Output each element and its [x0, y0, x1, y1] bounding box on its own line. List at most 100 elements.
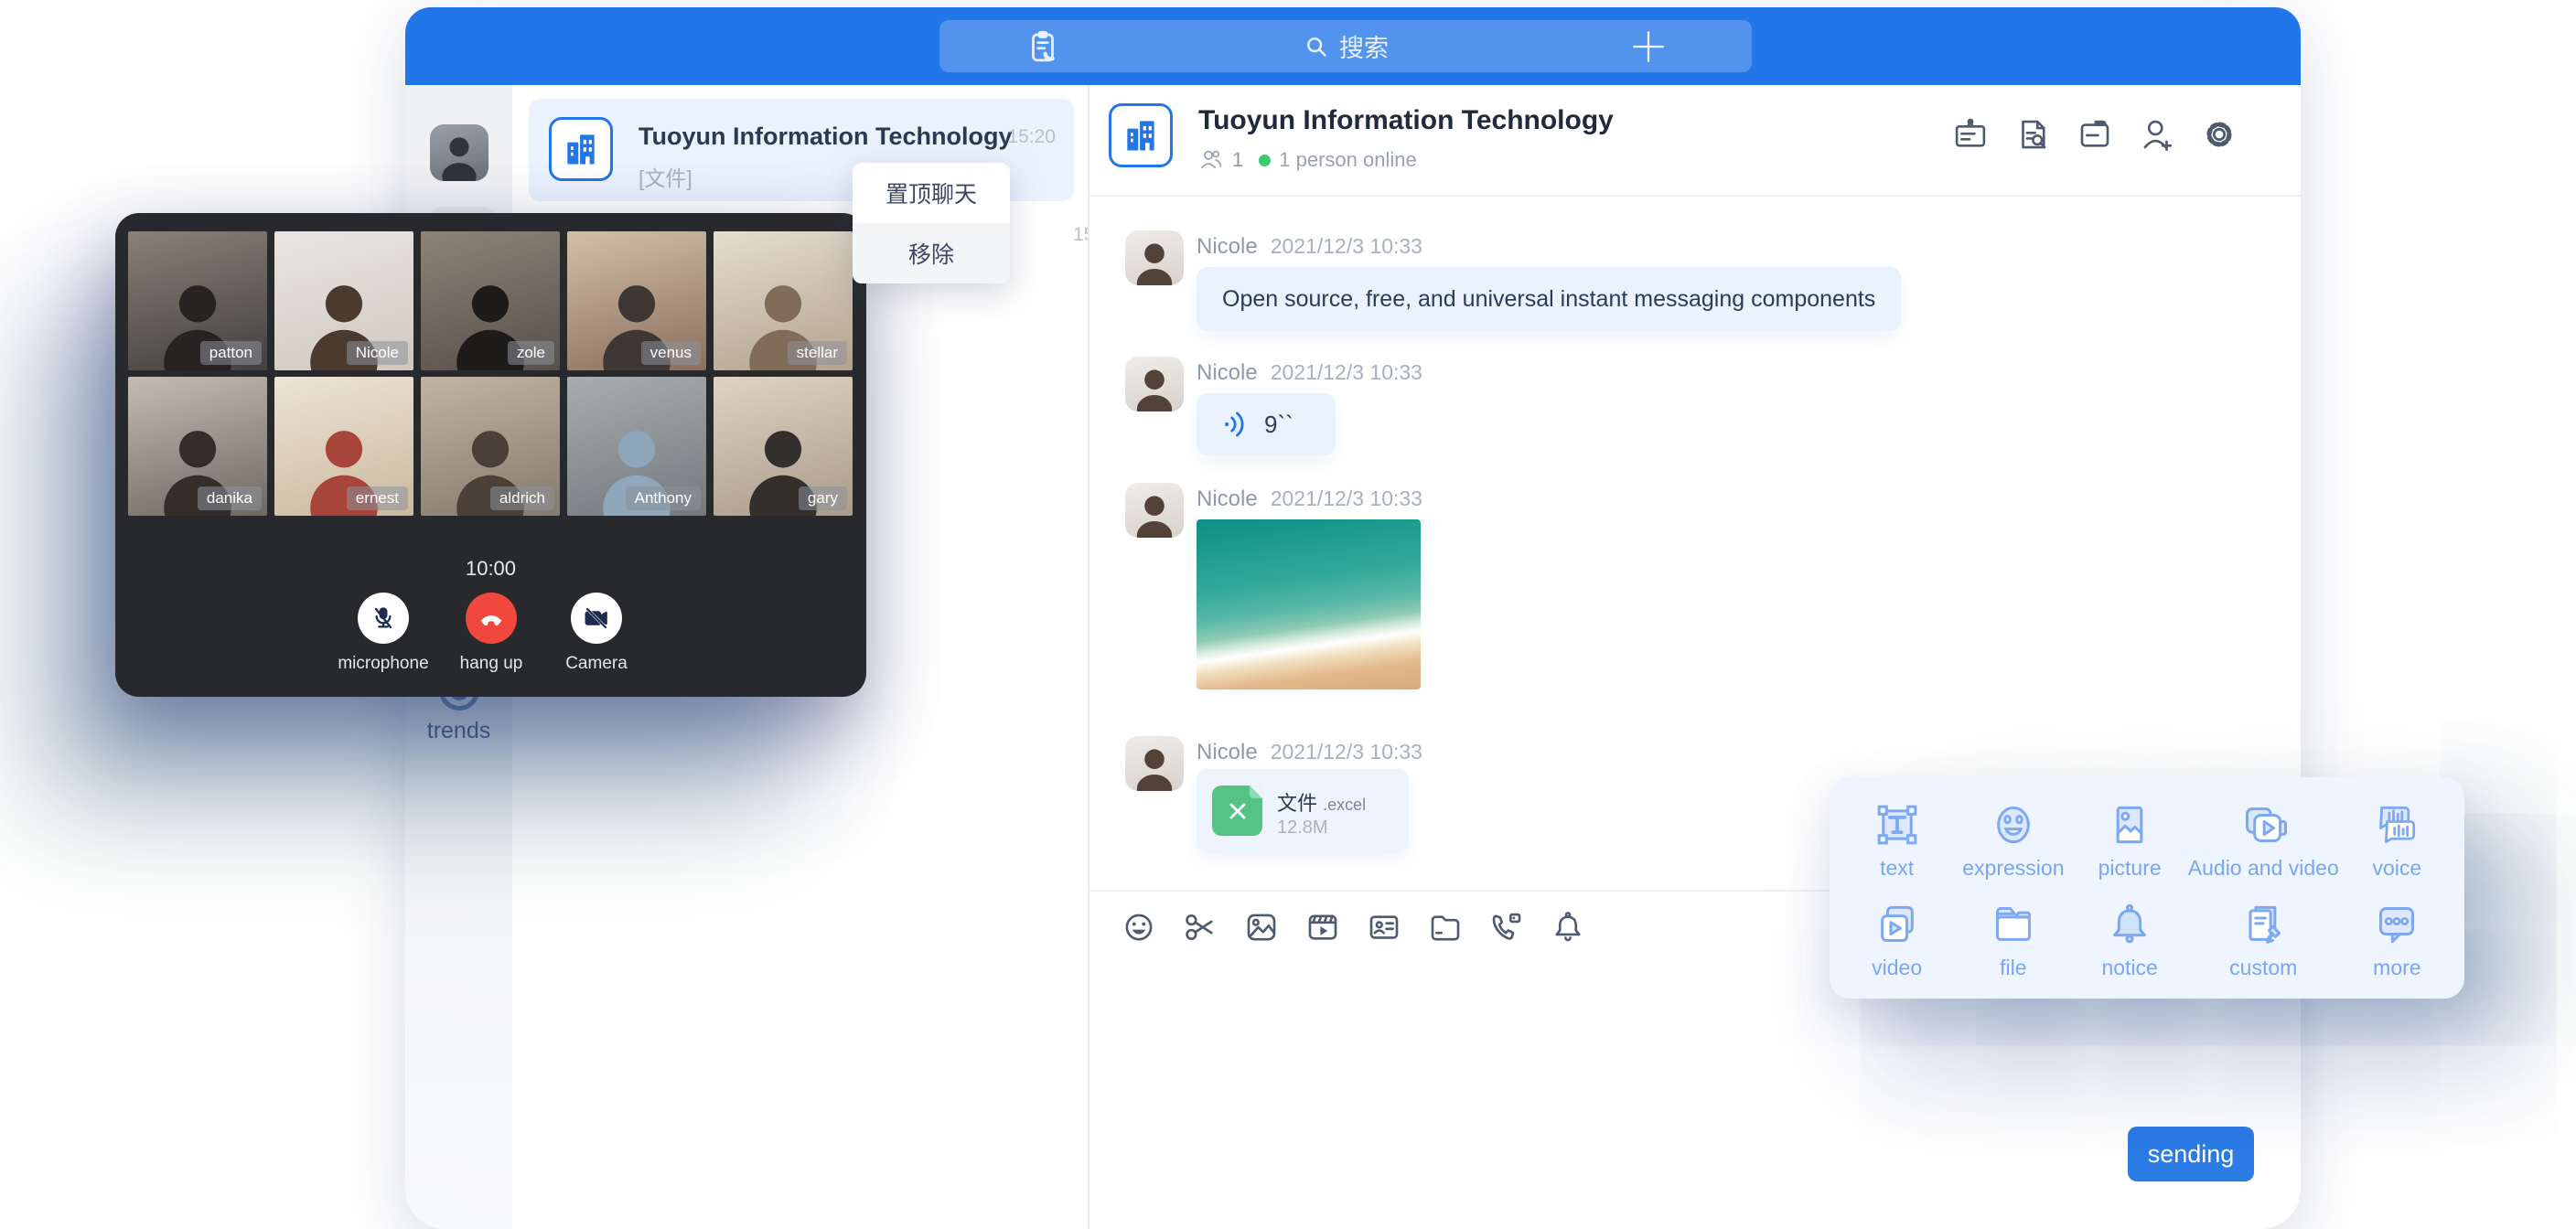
chat-main: Tuoyun Information Technology 1 1 person…: [1089, 85, 2301, 1229]
emoji-icon[interactable]: [1120, 908, 1158, 946]
message-time: 2021/12/3 10:33: [1271, 486, 1422, 511]
chat-title: Tuoyun Information Technology: [1198, 105, 1614, 136]
contact-card-icon[interactable]: [1365, 908, 1403, 946]
participant-name: danika: [198, 486, 262, 510]
voice-icon: [2371, 799, 2422, 850]
notification-bell-icon[interactable]: [1549, 908, 1587, 946]
hang-up-button[interactable]: [466, 593, 517, 644]
text-message-bubble: Open source, free, and universal instant…: [1197, 267, 1901, 331]
file-message-bubble[interactable]: 文件 .excel 12.8M: [1197, 769, 1409, 853]
video-call-icon[interactable]: [1487, 908, 1526, 946]
panel-item-expression[interactable]: expression: [1955, 790, 2071, 890]
conversation-title: Tuoyun Information Technology: [639, 123, 1012, 151]
video-icon: [1872, 899, 1923, 950]
sender-avatar[interactable]: [1125, 357, 1184, 411]
panel-item-video[interactable]: video: [1839, 890, 1955, 989]
picture-icon: [2104, 799, 2155, 850]
add-icon[interactable]: [1629, 27, 1668, 66]
audio-video-icon: [2238, 799, 2289, 850]
participant-tile[interactable]: aldrich: [421, 377, 560, 516]
panel-item-more[interactable]: more: [2339, 890, 2455, 989]
participant-name: gary: [799, 486, 847, 510]
file-size: 12.8M: [1277, 818, 1328, 839]
send-file-icon[interactable]: [1426, 908, 1465, 946]
participant-name: ernest: [347, 486, 408, 510]
file-folder-icon: [1988, 899, 2039, 950]
chat-history-search-icon[interactable]: [2013, 115, 2052, 154]
message-type-panel: text expression picture Audio and video: [1830, 777, 2464, 999]
text-icon: [1872, 799, 1923, 850]
conversation-time: 15:20: [1007, 126, 1056, 148]
participant-tile[interactable]: patton: [128, 231, 267, 370]
participant-name: patton: [200, 341, 262, 365]
sender-name: Nicole: [1197, 486, 1258, 512]
custom-icon: [2238, 899, 2289, 950]
participant-tile[interactable]: zole: [421, 231, 560, 370]
sender-name: Nicole: [1197, 360, 1258, 386]
trends-label: trends: [405, 718, 512, 744]
camera-off-icon: [582, 604, 611, 633]
sender-avatar[interactable]: [1125, 736, 1184, 791]
composer-toolbar: [1120, 908, 1587, 946]
participant-tile[interactable]: danika: [128, 377, 267, 516]
panel-item-picture[interactable]: picture: [2072, 790, 2188, 890]
menu-item-pin-chat[interactable]: 置顶聊天: [853, 163, 1010, 223]
message-time: 2021/12/3 10:33: [1271, 234, 1422, 259]
participant-name: stellar: [788, 341, 847, 365]
panel-item-audio-video[interactable]: Audio and video: [2188, 790, 2339, 890]
page: { "titlebar": { "search_placeholder": "搜…: [0, 0, 2576, 1229]
image-message-beach[interactable]: [1197, 519, 1421, 689]
sender-avatar[interactable]: [1125, 483, 1184, 538]
send-button[interactable]: sending: [2128, 1127, 2254, 1181]
panel-item-file[interactable]: file: [1955, 890, 2071, 989]
participant-tile[interactable]: venus: [567, 231, 706, 370]
conversation-context-menu: 置顶聊天 移除: [853, 163, 1010, 283]
menu-item-remove[interactable]: 移除: [853, 223, 1010, 283]
send-video-icon[interactable]: [1304, 908, 1342, 946]
group-files-icon[interactable]: [2076, 115, 2114, 154]
voice-wave-icon: [1220, 409, 1251, 440]
participant-tile[interactable]: ernest: [274, 377, 413, 516]
panel-item-voice[interactable]: voice: [2339, 790, 2455, 890]
online-dot: [1259, 155, 1271, 166]
participant-tile[interactable]: gary: [714, 377, 853, 516]
panel-item-notice[interactable]: notice: [2072, 890, 2188, 989]
participant-tile[interactable]: stellar: [714, 231, 853, 370]
add-member-icon[interactable]: [2138, 115, 2176, 154]
panel-item-text[interactable]: text: [1839, 790, 1955, 890]
chat-subtitle: 1 1 person online: [1198, 147, 1417, 173]
camera-label: Camera: [532, 654, 660, 674]
group-building-icon: [549, 117, 613, 181]
settings-gear-icon[interactable]: [2200, 115, 2238, 154]
search-placeholder: 搜索: [1339, 28, 1389, 64]
panel-item-custom[interactable]: custom: [2188, 890, 2339, 989]
video-call-overlay: patton Nicole zole venus stellar danika: [115, 213, 866, 697]
participant-name: Anthony: [626, 486, 701, 510]
voice-duration: 9``: [1264, 411, 1293, 439]
call-timer: 10:00: [115, 557, 866, 581]
participant-name: zole: [508, 341, 554, 365]
send-picture-icon[interactable]: [1242, 908, 1281, 946]
message-time: 2021/12/3 10:33: [1271, 740, 1422, 764]
microphone-toggle-button[interactable]: [358, 593, 409, 644]
participant-name: aldrich: [490, 486, 554, 510]
mic-off-icon: [369, 604, 398, 633]
participant-tile[interactable]: Nicole: [274, 231, 413, 370]
expression-icon: [1988, 799, 2039, 850]
chat-header-actions: [1951, 115, 2238, 154]
sender-avatar[interactable]: [1125, 230, 1184, 285]
chat-header: Tuoyun Information Technology 1 1 person…: [1089, 85, 2301, 197]
online-status: 1 person online: [1279, 148, 1416, 172]
group-notice-icon[interactable]: [1951, 115, 1990, 154]
sender-name: Nicole: [1197, 740, 1258, 765]
participant-grid: patton Nicole zole venus stellar danika: [128, 231, 853, 516]
more-icon: [2371, 899, 2422, 950]
camera-toggle-button[interactable]: [571, 593, 622, 644]
voice-message-bubble[interactable]: 9``: [1197, 393, 1336, 455]
participant-name: venus: [641, 341, 701, 365]
excel-file-icon: [1212, 785, 1262, 836]
screenshot-scissors-icon[interactable]: [1181, 908, 1219, 946]
user-avatar[interactable]: [430, 124, 488, 181]
file-name: 文件 .excel: [1277, 787, 1366, 817]
participant-tile[interactable]: Anthony: [567, 377, 706, 516]
